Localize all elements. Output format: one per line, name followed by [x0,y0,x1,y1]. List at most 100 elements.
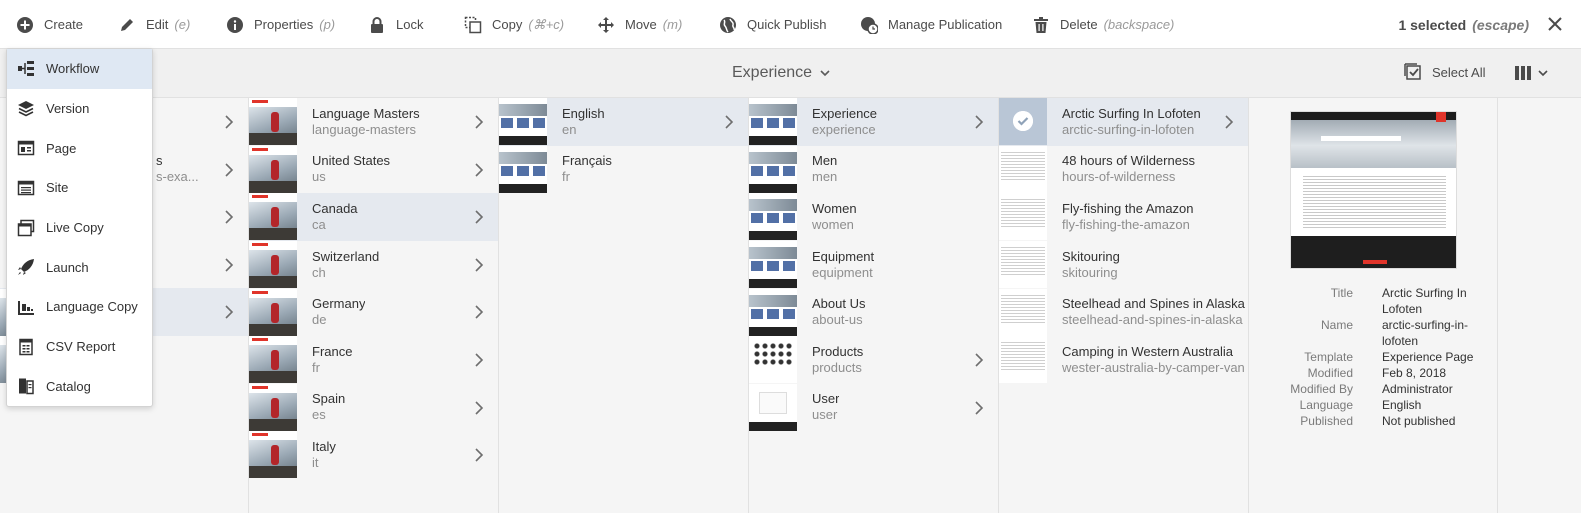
menu-label: Version [46,101,90,117]
meta-row-modified: Modified Feb 8, 2018 [1249,365,1498,381]
chevron-down-icon [1538,70,1548,77]
meta-row-name: Name arctic-surfing-in-lofoten [1249,317,1498,349]
create-menu-item-language-copy[interactable]: Language Copy [7,287,152,327]
preview-thumbnail [1290,111,1457,269]
manage-publication-button[interactable]: Manage Publication [860,0,1002,49]
item-name: es [312,407,326,423]
menu-label: Page [46,140,77,156]
list-item-skitouring[interactable]: Skitouring skitouring [999,241,1248,289]
chevron-right-icon [975,400,984,415]
manage-publication-label: Manage Publication [888,17,1003,32]
layers-icon [17,100,35,118]
list-item-steelhead[interactable]: Steelhead and Spines in Alaska steelhead-… [999,288,1248,336]
create-menu-item-catalog[interactable]: Catalog [7,367,152,407]
list-item-products[interactable]: Products products [749,336,998,384]
item-title: Switzerland [312,248,380,264]
info-icon [226,16,244,34]
folder-title-dropdown[interactable]: Experience [732,64,830,82]
item-thumbnail [749,241,797,289]
list-item-user[interactable]: User user [749,383,998,432]
preview-metadata: Title Arctic Surfing In Lofoten Name arc… [1249,285,1498,429]
item-name: about-us [812,312,863,328]
create-menu-item-workflow[interactable]: Workflow [7,49,152,89]
chevron-right-icon [225,210,234,224]
list-item-france[interactable]: France fr [249,336,498,384]
list-item-switzerland[interactable]: Switzerland ch [249,241,498,289]
globe-icon [719,16,737,34]
list-item-arctic-surfing[interactable]: Arctic Surfing In Lofoten arctic-surfing-… [999,98,1248,146]
list-item-united-states[interactable]: United States us [249,145,498,194]
properties-button[interactable]: Properties (p) [226,0,335,49]
create-button[interactable]: Create [16,0,83,49]
delete-button[interactable]: Delete (backspace) [1032,0,1174,49]
quick-publish-button[interactable]: Quick Publish [719,0,826,49]
quick-publish-label: Quick Publish [747,17,827,32]
create-menu-item-site[interactable]: Site [7,168,152,208]
list-item-fly-fishing[interactable]: Fly-fishing the Amazon fly-fishing-the-am… [999,193,1248,241]
meta-label: Published [1300,414,1353,428]
copy-button[interactable]: Copy (⌘+c) [464,0,564,49]
item-thumbnail-selected[interactable] [999,98,1047,146]
item-name: user [812,407,838,423]
selection-count: 1 selected [1398,16,1467,33]
move-icon [597,16,615,34]
create-menu-item-live-copy[interactable]: Live Copy [7,208,152,248]
chevron-right-icon [225,163,234,177]
item-thumbnail [999,145,1047,193]
item-name: language-masters [312,121,417,137]
list-item-francais[interactable]: Français fr [499,145,748,194]
move-label: Move [625,17,657,32]
edit-button[interactable]: Edit (e) [118,0,190,49]
item-thumbnail [249,431,297,479]
csv-report-icon [17,338,35,356]
title-bar: Experience Select All [0,49,1581,98]
chevron-right-icon [475,163,484,177]
chevron-down-icon [820,64,830,82]
list-item-italy[interactable]: Italy it [249,431,498,479]
create-menu-item-launch[interactable]: Launch [7,247,152,287]
copy-icon [464,16,482,34]
add-circle-icon [16,16,34,34]
list-item-women[interactable]: Women women [749,193,998,241]
meta-row-title: Title Arctic Surfing In Lofoten [1249,285,1498,317]
select-all-button[interactable]: Select All [1404,63,1485,81]
item-thumbnail [749,383,797,431]
list-item-48-hours[interactable]: 48 hours of Wilderness hours-of-wildernes… [999,145,1248,194]
move-button[interactable]: Move (m) [597,0,682,49]
item-title: English [562,105,605,121]
copy-label: Copy [492,17,523,32]
folder-title: Experience [732,64,813,81]
item-title: Français [562,153,612,169]
item-title: About Us [812,296,866,312]
item-name: fr [312,359,320,375]
trash-icon [1032,16,1050,34]
list-item-about-us[interactable]: About Us about-us [749,288,998,336]
create-menu-item-page[interactable]: Page [7,128,152,168]
list-item-spain[interactable]: Spain es [249,383,498,432]
create-menu-item-csv-report[interactable]: CSV Report [7,327,152,367]
create-menu-item-version[interactable]: Version [7,89,152,129]
lock-button[interactable]: Lock [368,0,423,49]
list-item-germany[interactable]: Germany de [249,288,498,336]
item-name: ch [312,264,326,280]
list-item-canada[interactable]: Canada ca [249,193,498,241]
list-item-camping[interactable]: Camping in Western Australia wester-austr… [999,336,1248,384]
chevron-right-icon [1225,115,1234,129]
list-item-english[interactable]: English en [499,98,748,146]
delete-shortcut: (backspace) [1103,17,1175,32]
list-item-men[interactable]: Men men [749,145,998,194]
item-title: Steelhead and Spines in Alaska [1062,296,1245,312]
chevron-right-icon [975,353,984,367]
meta-label: Title [1330,286,1353,300]
list-item-experience[interactable]: Experience experience [749,98,998,146]
chevron-right-icon [475,400,484,415]
chevron-right-icon [475,353,484,367]
chevron-right-icon [225,305,234,319]
list-item-equipment[interactable]: Equipment equipment [749,241,998,289]
menu-label: Site [46,180,69,196]
column-languages: English en Français fr [499,98,749,513]
workflow-icon [17,60,35,78]
view-switcher[interactable] [1514,64,1548,82]
close-selection-button[interactable] [1545,14,1565,34]
list-item-language-masters[interactable]: Language Masters language-masters [249,98,498,146]
